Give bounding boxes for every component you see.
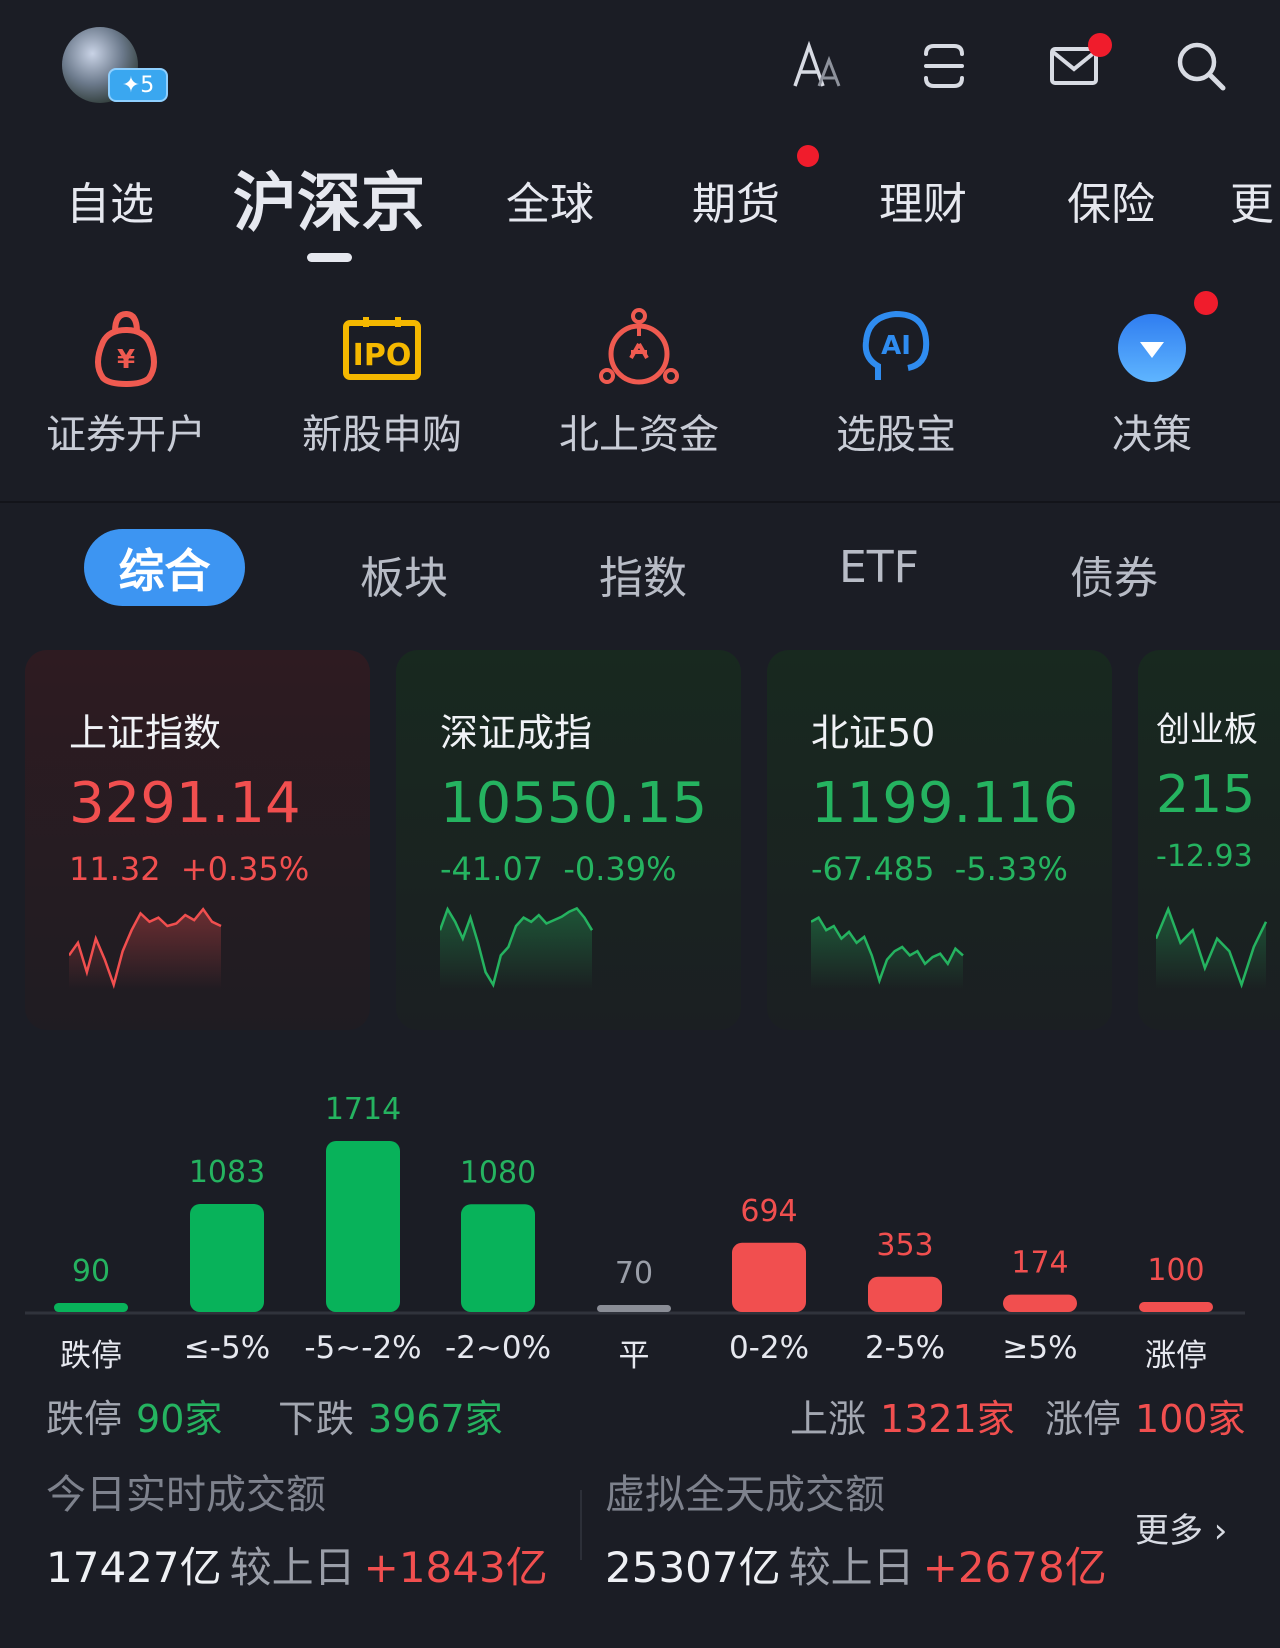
turnover-divider [580, 1490, 582, 1560]
tab-watchlist[interactable]: 自选 [66, 168, 154, 232]
shortcut-label: 决策 [1112, 412, 1192, 458]
index-name: 创业板 [1156, 710, 1258, 750]
shortcut-open-account[interactable]: ¥ 证券开户 [26, 305, 226, 460]
bar [1003, 1294, 1077, 1312]
bar-value-label: 353 [876, 1228, 933, 1263]
tab-hs-bj[interactable]: 沪深京 [233, 152, 425, 244]
bar [190, 1203, 264, 1312]
index-value: 1199.116 [811, 771, 1079, 836]
index-card[interactable]: 深证成指 10550.15 -41.07 -0.39% [396, 650, 741, 1030]
index-sparkline [811, 915, 964, 989]
money-bag-icon: ¥ [26, 305, 226, 390]
svg-text:AI: AI [881, 331, 911, 361]
index-change: -12.93 [1156, 839, 1253, 874]
section-divider [0, 501, 1280, 503]
font-size-icon[interactable] [791, 40, 843, 92]
bar-value-label: 100 [1147, 1253, 1204, 1288]
advance-decline-chart: 90 1083 1714 1080 70 694 353 174 100 [25, 1092, 1245, 1315]
today-turnover-label: 今日实时成交额 [46, 1472, 326, 1518]
index-change: -41.07 -0.39% [440, 850, 677, 888]
svg-text:IPO: IPO [353, 338, 412, 373]
level-badge: ✦5 [108, 68, 168, 102]
bar-category-label: 涨停 [1145, 1338, 1207, 1374]
bar-value-label: 90 [72, 1254, 110, 1289]
shortcut-label: 新股申购 [302, 412, 462, 458]
index-sparkline [69, 907, 222, 990]
index-card[interactable]: 上证指数 3291.14 11.32 +0.35% [25, 650, 370, 1030]
index-name: 深证成指 [440, 711, 593, 755]
shortcut-stock-picker[interactable]: AI 选股宝 [796, 305, 996, 460]
bar-value-label: 1080 [460, 1155, 536, 1190]
virtual-turnover: 25307亿 较上日 +2678亿 [605, 1543, 1107, 1592]
shortcut-label: 北上资金 [559, 412, 719, 458]
bar-value-label: 1083 [189, 1155, 265, 1190]
search-icon[interactable] [1175, 40, 1227, 92]
tab-futures[interactable]: 期货 [692, 168, 780, 232]
dropdown-circle-icon [1052, 305, 1252, 390]
index-name: 北证50 [811, 711, 936, 755]
index-name: 上证指数 [69, 711, 222, 755]
shortcut-northbound[interactable]: 北上资金 [539, 305, 739, 460]
down-summary: 下跌 3967家 [278, 1397, 503, 1441]
shortcut-label: 选股宝 [836, 412, 956, 458]
bar-category-label: 跌停 [60, 1338, 122, 1374]
bar-category-label: ≤-5% [183, 1330, 271, 1366]
bar-value-label: 694 [740, 1194, 797, 1229]
bar [1139, 1302, 1213, 1312]
subtab-indices[interactable]: 指数 [599, 542, 687, 606]
index-value: 10550.15 [440, 771, 708, 836]
subtab-bonds[interactable]: 债券 [1070, 542, 1158, 606]
bar-category-label: -5~-2% [304, 1330, 422, 1366]
subtab-sectors[interactable]: 板块 [360, 542, 448, 606]
index-value: 3291.14 [69, 771, 301, 836]
ai-head-icon: AI [796, 305, 996, 390]
bar-category-label: 平 [618, 1338, 650, 1374]
bar-value-label: 174 [1011, 1246, 1068, 1281]
shortcut-decision[interactable]: 决策 [1052, 305, 1252, 460]
today-turnover: 17427亿 较上日 +1843亿 [46, 1543, 548, 1592]
index-sparkline [440, 906, 594, 989]
index-card[interactable]: 创业板 215 -12.93 [1138, 650, 1280, 1030]
bar-category-label: ≥5% [1002, 1330, 1078, 1366]
svg-text:¥: ¥ [117, 345, 135, 375]
bar [54, 1303, 128, 1312]
bar [461, 1204, 535, 1312]
bar [868, 1276, 942, 1312]
more-link[interactable]: 更多 › [1135, 1503, 1227, 1552]
index-change: -67.485 -5.33% [811, 850, 1068, 888]
limit-down-summary: 跌停 90家 [46, 1397, 223, 1441]
decision-notice-dot [1194, 291, 1218, 315]
virtual-turnover-label: 虚拟全天成交额 [605, 1472, 885, 1518]
index-change: 11.32 +0.35% [69, 850, 310, 888]
index-sparkline [1156, 905, 1268, 989]
bar [597, 1305, 671, 1312]
bar [326, 1141, 400, 1312]
tab-wealth[interactable]: 理财 [879, 168, 967, 232]
hk-flower-icon [539, 305, 739, 390]
menu-icon[interactable] [918, 40, 970, 92]
bar-value-label: 70 [615, 1256, 653, 1291]
mail-unread-dot [1088, 33, 1112, 57]
index-value: 215 [1156, 765, 1256, 825]
subtab-etf[interactable]: ETF [839, 542, 919, 593]
bar [732, 1242, 806, 1312]
ipo-icon: IPO [282, 305, 482, 390]
bar-category-label: 2-5% [864, 1330, 946, 1366]
tab-global[interactable]: 全球 [506, 168, 594, 232]
futures-notice-dot [797, 145, 819, 167]
bar-category-label: 0-2% [728, 1330, 810, 1366]
subtab-overview[interactable]: 综合 [84, 529, 245, 606]
bar-value-label: 1714 [325, 1092, 401, 1127]
shortcut-label: 证券开户 [46, 412, 206, 458]
tab-more[interactable]: 更 [1230, 168, 1274, 232]
shortcut-ipo[interactable]: IPO 新股申购 [282, 305, 482, 460]
up-summary: 上涨 1321家 [790, 1397, 1015, 1441]
tab-insurance[interactable]: 保险 [1067, 168, 1155, 232]
index-card[interactable]: 北证50 1199.116 -67.485 -5.33% [767, 650, 1112, 1030]
limit-up-summary: 涨停 100家 [1045, 1397, 1246, 1441]
bar-category-label: -2~0% [444, 1330, 552, 1366]
active-tab-indicator [307, 253, 352, 262]
